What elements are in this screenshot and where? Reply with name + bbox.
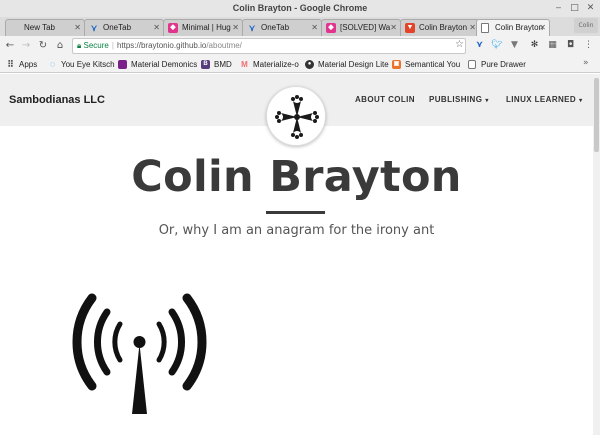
github-icon: ● — [305, 60, 314, 69]
bookmark-label: Apps — [19, 60, 38, 69]
pink-hexagon-icon: ◆ — [168, 23, 178, 33]
bookmark-label: Semantical You — [405, 60, 461, 69]
tab-minimal-hug[interactable]: ◆ Minimal | Hug ✕ — [163, 19, 243, 36]
bookmark-materialize[interactable]: M Materialize-o — [240, 58, 299, 71]
bootstrap-b-icon: B — [201, 60, 210, 69]
shield-extension-icon[interactable]: ◘ — [565, 40, 576, 51]
tab-close-icon[interactable]: ✕ — [153, 20, 160, 36]
site-brand[interactable]: Sambodianas LLC — [9, 94, 105, 106]
nav-about-colin[interactable]: ABOUT COLIN — [355, 95, 415, 104]
home-icon[interactable]: ⌂ — [54, 40, 66, 52]
funnel-icon[interactable]: ▼ — [509, 40, 520, 51]
title-divider — [266, 211, 325, 214]
occitan-cross-icon — [275, 95, 319, 139]
bookmark-label: Material Demonics — [131, 60, 198, 69]
tab-onetab-2[interactable]: ⋎ OneTab ✕ — [242, 19, 322, 36]
window-title: Colin Brayton - Google Chrome — [232, 3, 368, 13]
bookmark-material-design-lite[interactable]: ● Material Design Lite — [305, 58, 389, 71]
secure-label: Secure — [83, 41, 109, 50]
address-bar[interactable]: 🔒︎ Secure | https://braytonio.github.io/ab… — [72, 38, 466, 54]
reload-icon[interactable]: ↻ — [37, 40, 49, 52]
gear-extension-icon[interactable]: ✻ — [529, 40, 540, 51]
nav-label: PUBLISHING — [429, 95, 483, 104]
chevron-down-icon: ▾ — [579, 98, 583, 104]
tab-close-icon[interactable]: ✕ — [232, 20, 239, 36]
bookmark-semantical-you[interactable]: ▣ Semantical You — [392, 58, 460, 71]
apps-grid-icon: ⠿ — [7, 59, 14, 69]
tab-label: OneTab — [103, 23, 132, 32]
maximize-icon[interactable]: □ — [569, 3, 580, 14]
close-icon[interactable]: ✕ — [585, 3, 596, 14]
orange-square-icon: ▣ — [392, 60, 401, 69]
page-icon — [468, 60, 476, 69]
bookmark-bmd[interactable]: B BMD — [201, 58, 232, 71]
tab-new-tab[interactable]: New Tab ✕ — [5, 19, 85, 36]
site-logo[interactable] — [266, 86, 326, 146]
bookmark-star-icon[interactable]: ☆ — [455, 39, 464, 50]
tab-close-icon[interactable]: ✕ — [74, 20, 81, 36]
bookmark-pure-drawer[interactable]: Pure Drawer — [468, 58, 526, 71]
tab-close-icon[interactable]: ✕ — [469, 20, 476, 36]
page-icon — [481, 23, 489, 33]
bookmark-you-eye-kitsch[interactable]: ◌ You Eye Kitsch — [48, 58, 115, 71]
chevron-down-icon: ▾ — [485, 98, 489, 104]
tab-onetab[interactable]: ⋎ OneTab ✕ — [84, 19, 164, 36]
twitter-icon[interactable]: 🐦︎ — [491, 40, 502, 51]
nav-publishing[interactable]: PUBLISHING ▾ — [429, 95, 489, 104]
onetab-extension-icon[interactable]: ⋎ — [474, 40, 485, 51]
bookmark-material-demonics[interactable]: Material Demonics — [118, 58, 197, 71]
scrollbar-thumb[interactable] — [594, 78, 599, 152]
nav-label: ABOUT COLIN — [355, 95, 415, 104]
tab-label: Colin Brayton — [419, 23, 468, 32]
window-titlebar: Colin Brayton - Google Chrome ‒ □ ✕ — [0, 0, 600, 17]
onetab-icon: ⋎ — [248, 23, 256, 33]
pink-hexagon-icon: ◆ — [326, 23, 336, 33]
tab-colin-brayton-gitlab[interactable]: ▼ Colin Brayton ✕ — [400, 19, 480, 36]
tab-strip: New Tab ✕ ⋎ OneTab ✕ ◆ Minimal | Hug ✕ ⋎… — [0, 17, 600, 51]
lock-icon: 🔒︎ — [77, 41, 82, 50]
onetab-icon: ⋎ — [90, 23, 98, 33]
tab-label: Colin Brayton — [495, 23, 544, 32]
minimize-icon[interactable]: ‒ — [553, 3, 564, 14]
tab-colin-brayton-active[interactable]: Colin Brayton ✕ — [476, 19, 550, 36]
tab-label: Minimal | Hug — [182, 23, 231, 32]
page-viewport: Sambodianas LLC ABOUT COLIN PUBLISHING ▾ … — [0, 74, 593, 435]
bookmark-label: Pure Drawer — [481, 60, 526, 69]
gitlab-fox-icon: ▼ — [405, 23, 415, 33]
tab-close-icon[interactable]: ✕ — [390, 20, 397, 36]
bookmark-label: Materialize-o — [253, 60, 299, 69]
page-title: Colin Brayton — [131, 152, 462, 202]
url-host: https://braytonio.github.io — [116, 41, 207, 50]
bookmark-label: You Eye Kitsch — [61, 60, 115, 69]
tab-label: [SOLVED] Wa — [340, 23, 391, 32]
bookmark-label: Material Design Lite — [318, 60, 389, 69]
tab-label: OneTab — [261, 23, 290, 32]
forward-arrow-icon[interactable]: → — [20, 40, 32, 52]
browser-toolbar: ← → ↻ ⌂ 🔒︎ Secure | https://braytonio.gith… — [0, 36, 600, 56]
materialize-m-icon: M — [241, 60, 248, 69]
bookmarks-overflow-icon[interactable]: » — [583, 58, 589, 68]
purple-square-icon — [118, 60, 127, 69]
nav-label: LINUX LEARNED — [506, 95, 577, 104]
nav-linux-learned[interactable]: LINUX LEARNED ▾ — [506, 95, 583, 104]
tab-label: New Tab — [24, 23, 55, 32]
tab-close-icon[interactable]: ✕ — [311, 20, 318, 36]
back-arrow-icon[interactable]: ← — [4, 40, 16, 52]
spinner-icon: ◌ — [49, 59, 56, 69]
grid-extension-icon[interactable]: ▦ — [547, 40, 558, 51]
url-path: /aboutme/ — [206, 41, 242, 50]
tab-solved[interactable]: ◆ [SOLVED] Wa ✕ — [321, 19, 401, 36]
radio-tower-icon — [72, 293, 207, 414]
menu-dots-icon[interactable]: ⋮ — [583, 40, 594, 51]
tab-close-icon[interactable]: ✕ — [539, 20, 546, 36]
page-subtitle: Or, why I am an anagram for the irony an… — [158, 223, 435, 238]
page-scrollbar[interactable] — [593, 74, 600, 435]
bookmark-apps[interactable]: ⠿ Apps — [6, 58, 37, 71]
bookmarks-bar: ⠿ Apps ◌ You Eye Kitsch Material Demonic… — [0, 56, 600, 73]
bookmark-label: BMD — [214, 60, 232, 69]
profile-badge[interactable]: Colin — [574, 18, 598, 33]
